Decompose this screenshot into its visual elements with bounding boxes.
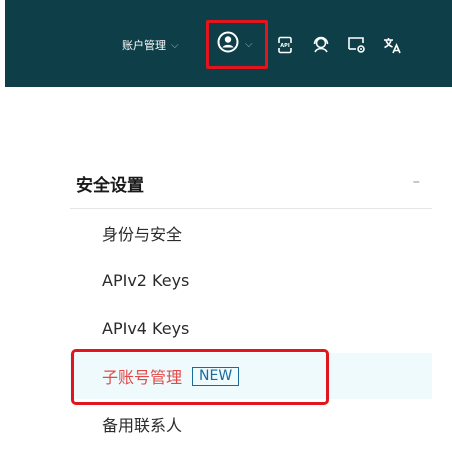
menu-item-label: 备用联系人 — [102, 416, 183, 435]
menu-item-apiv4-keys[interactable]: APIv4 Keys — [70, 305, 432, 351]
menu-item-label: APIv4 Keys — [102, 318, 190, 338]
sub-account-highlight-box — [71, 349, 329, 405]
menu-item-backup-contacts[interactable]: 备用联系人 — [70, 401, 432, 447]
collapse-icon[interactable]: – — [413, 172, 421, 190]
menu-item-label: 身份与安全 — [102, 225, 183, 244]
section-title: 安全设置 — [76, 176, 144, 196]
divider — [70, 208, 432, 209]
menu-item-apiv2-keys[interactable]: APIv2 Keys — [70, 257, 432, 303]
menu-item-label: APIv2 Keys — [102, 270, 190, 290]
menu-item-identity-security[interactable]: 身份与安全 — [70, 210, 432, 256]
